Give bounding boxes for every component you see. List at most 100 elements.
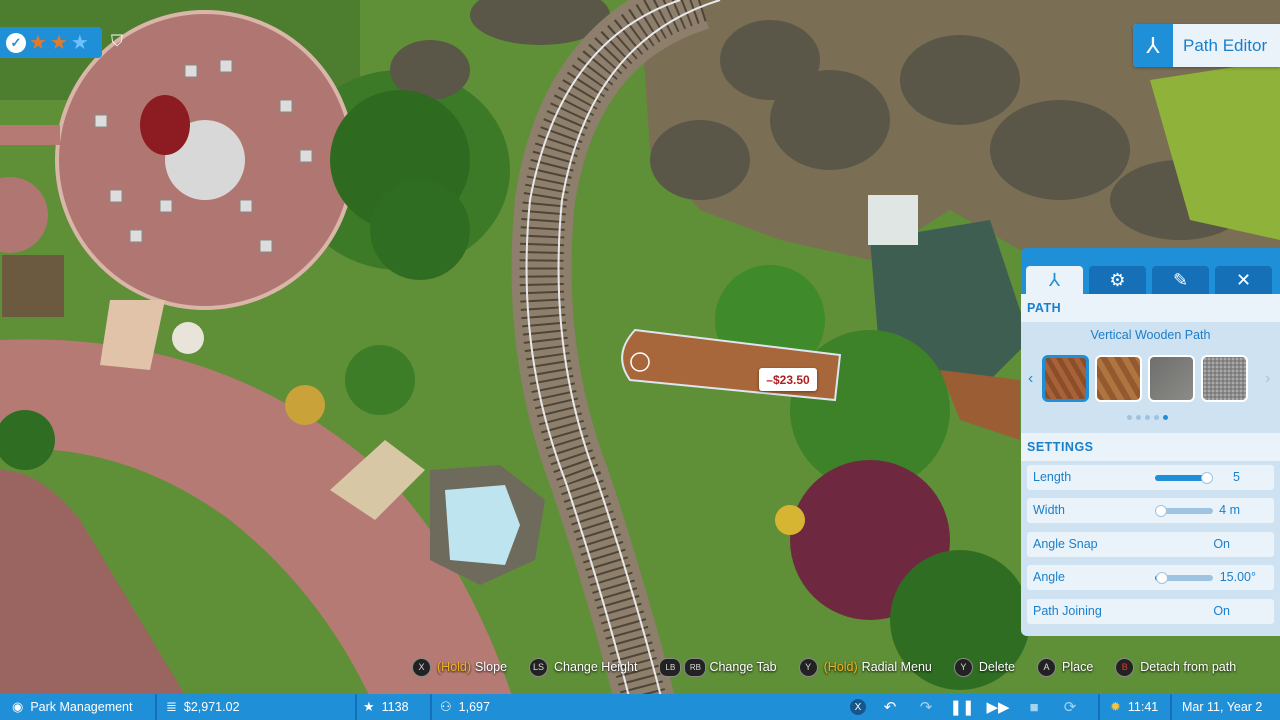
gear-icon: ⚙ (1109, 269, 1126, 290)
settings-section-heading: SETTINGS (1021, 433, 1280, 461)
divider (155, 694, 157, 720)
park-rating[interactable]: ✓ ★ ★ ★ (0, 27, 102, 58)
redo-icon[interactable]: ↷ (916, 698, 936, 716)
guest-counter-icon[interactable]: ⛉ (107, 33, 127, 53)
length-slider[interactable] (1155, 472, 1214, 484)
hint-place: A Place (1037, 657, 1094, 677)
money-display[interactable]: ≣ $2,971.02 (166, 694, 240, 720)
pause-icon[interactable]: ❚❚ (949, 698, 974, 716)
money-value: $2,971.02 (183, 700, 240, 714)
width-slider[interactable] (1155, 505, 1213, 517)
divider (430, 694, 432, 720)
chevron-right-icon[interactable]: › (1265, 370, 1270, 388)
path-swatch[interactable] (1095, 355, 1142, 402)
path-editor-title: Path Editor (1183, 35, 1268, 55)
page-dot[interactable] (1154, 415, 1159, 420)
setting-label: Path Joining (1033, 604, 1102, 618)
time-display: ✹ 11:41 (1110, 694, 1158, 720)
star-icon: ★ (363, 699, 375, 714)
park-rating-display[interactable]: ★ 1138 (363, 694, 409, 720)
setting-angle[interactable]: Angle 15.00° (1027, 565, 1274, 590)
park-management-icon: ◉ (12, 699, 24, 714)
hint-label: Detach from path (1140, 660, 1237, 674)
control-hints: X (Hold) Slope LS Change Height LB RB Ch… (412, 656, 1236, 678)
divider (1170, 694, 1172, 720)
b-button-icon: B (1115, 657, 1135, 677)
divider (1098, 694, 1100, 720)
hint-change-tab: LB RB Change Tab (659, 657, 777, 677)
setting-label: Angle Snap (1033, 537, 1098, 551)
rating-value: 1138 (381, 700, 409, 714)
bottom-status-bar: ◉ Park Management ≣ $2,971.02 ★ 1138 ⚇ 1… (0, 694, 1280, 720)
guests-value: 1,697 (458, 700, 490, 714)
rb-button-icon: RB (684, 657, 707, 677)
slider-knob[interactable] (1155, 572, 1168, 584)
path-swatch[interactable] (1201, 355, 1248, 402)
rotate-icon[interactable]: ⟳ (1060, 698, 1080, 716)
path-editor-header[interactable]: ⅄ Path Editor (1133, 24, 1280, 67)
lb-button-icon: LB (659, 657, 682, 677)
path-swatches (1042, 355, 1248, 402)
page-dot[interactable] (1163, 415, 1168, 420)
setting-value: On (1213, 604, 1230, 618)
hint-slope: X (Hold) Slope (412, 657, 508, 677)
path-swatch[interactable] (1042, 355, 1089, 402)
page-dot[interactable] (1127, 415, 1132, 420)
tab-settings[interactable]: ⚙ (1089, 266, 1146, 294)
guests-display[interactable]: ⚇ 1,697 (440, 694, 490, 720)
setting-value: On (1213, 537, 1230, 551)
undo-icon[interactable]: ↶ (880, 698, 900, 716)
hint-label: Slope (475, 660, 508, 674)
hint-detach: B Detach from path (1115, 657, 1237, 677)
hint-change-height: LS Change Height (529, 657, 638, 677)
star-icon: ★ (29, 31, 47, 54)
path-icon: ⅄ (1133, 24, 1173, 67)
setting-angle-snap[interactable]: Angle Snap On (1027, 532, 1274, 557)
setting-value: 15.00° (1219, 570, 1256, 584)
hint-radial-menu: Y (Hold) Radial Menu (798, 657, 932, 677)
date-display: Mar 11, Year 2 (1182, 694, 1262, 720)
y-button-icon: Y (798, 657, 818, 677)
hint-label: Change Tab (709, 660, 777, 674)
hold-label: (Hold) (437, 660, 472, 674)
slider-knob[interactable] (1155, 505, 1167, 517)
chevron-left-icon[interactable]: ‹ (1028, 370, 1033, 388)
page-dot[interactable] (1145, 415, 1150, 420)
path-editor-panel: ⅄ ⚙ ✎ ✕ PATH Vertical Wooden Path ‹ › SE… (1021, 248, 1280, 636)
star-icon: ★ (70, 31, 89, 54)
hint-label: Place (1062, 660, 1094, 674)
page-dot[interactable] (1136, 415, 1141, 420)
setting-value: 5 (1233, 470, 1240, 484)
x-button-icon: X (412, 657, 431, 677)
hold-label: (Hold) (823, 660, 858, 674)
camera-icon[interactable]: ■ (1024, 698, 1044, 716)
path-swatch[interactable] (1148, 355, 1195, 402)
selected-path-name: Vertical Wooden Path (1090, 328, 1211, 342)
setting-width[interactable]: Width 4 m (1027, 498, 1274, 523)
x-button-icon[interactable]: X (848, 698, 868, 716)
panel-tabs: ⅄ ⚙ ✎ ✕ (1026, 266, 1272, 294)
sun-icon: ✹ (1110, 699, 1121, 714)
divider (355, 694, 357, 720)
hint-label: Change Height (554, 660, 638, 674)
park-management-button[interactable]: ◉ Park Management (12, 694, 132, 720)
setting-length[interactable]: Length 5 (1027, 465, 1274, 490)
slider-knob[interactable] (1201, 472, 1214, 484)
page-dots (1127, 415, 1168, 420)
hint-delete: Y Delete (953, 657, 1015, 677)
a-button-icon: A (1037, 657, 1056, 677)
path-icon: ⅄ (1049, 269, 1060, 290)
setting-path-joining[interactable]: Path Joining On (1027, 599, 1274, 624)
verified-check-icon: ✓ (6, 32, 26, 53)
star-icon: ★ (49, 31, 68, 54)
tab-path[interactable]: ⅄ (1026, 266, 1083, 294)
tab-demolish[interactable]: ✕ (1215, 266, 1272, 294)
angle-slider[interactable] (1155, 572, 1213, 584)
tab-style[interactable]: ✎ (1152, 266, 1209, 294)
hint-label: Delete (978, 660, 1015, 674)
path-section-heading: PATH (1021, 294, 1280, 322)
setting-label: Width (1033, 503, 1065, 517)
money-icon: ≣ (166, 699, 177, 714)
fast-forward-icon[interactable]: ▶▶ (986, 698, 1009, 716)
hint-label: Radial Menu (861, 660, 932, 674)
